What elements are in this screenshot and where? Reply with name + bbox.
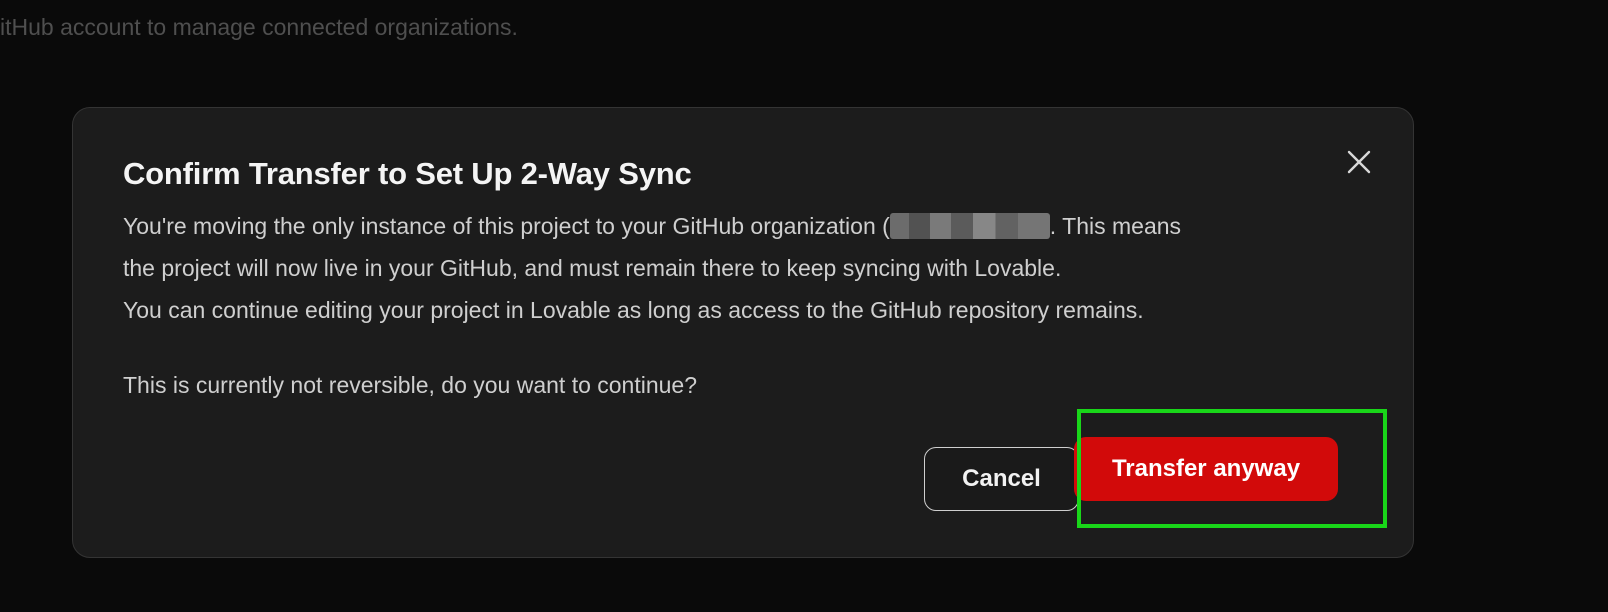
body-line-1-start: You're moving the only instance of this … <box>123 213 890 239</box>
transfer-anyway-button[interactable]: Transfer anyway <box>1074 437 1338 501</box>
close-button[interactable] <box>1341 144 1377 180</box>
dialog-body: You're moving the only instance of this … <box>123 205 1343 331</box>
body-line-1: You're moving the only instance of this … <box>123 205 1343 247</box>
background-text: itHub account to manage connected organi… <box>0 14 518 40</box>
body-line-1-end: . This means <box>1049 213 1182 239</box>
cancel-button[interactable]: Cancel <box>924 447 1079 511</box>
body-line-2: the project will now live in your GitHub… <box>123 255 1062 281</box>
confirm-transfer-dialog: Confirm Transfer to Set Up 2-Way Sync Yo… <box>72 107 1414 558</box>
dialog-title: Confirm Transfer to Set Up 2-Way Sync <box>123 156 692 191</box>
confirmation-question: This is currently not reversible, do you… <box>123 372 698 398</box>
redacted-organization-name <box>889 213 1050 239</box>
close-icon <box>1347 150 1371 174</box>
body-line-3: You can continue editing your project in… <box>123 297 1144 323</box>
